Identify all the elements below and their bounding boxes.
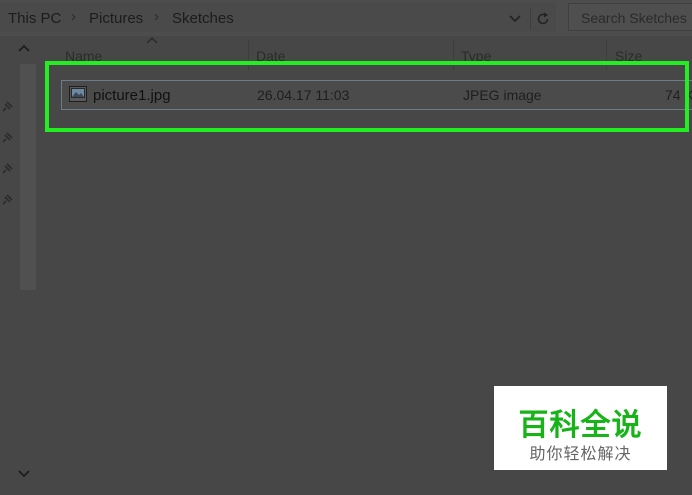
breadcrumb-separator[interactable]: ›: [154, 8, 159, 25]
refresh-icon: [537, 12, 549, 25]
watermark-title: 百科全说: [518, 408, 643, 443]
address-history-dropdown[interactable]: [505, 8, 525, 30]
navigation-pane: [0, 36, 40, 495]
pin-icon: [2, 194, 13, 205]
breadcrumb-separator[interactable]: ›: [71, 8, 76, 25]
watermark-subtitle: 助你轻松解决: [529, 444, 632, 463]
chevron-down-icon: [509, 15, 521, 23]
pin-icon: [2, 101, 13, 112]
scroll-down-arrow-icon[interactable]: [18, 470, 30, 478]
breadcrumb-sketches[interactable]: Sketches: [172, 10, 234, 27]
search-box[interactable]: Search Sketches: [568, 3, 692, 31]
pin-icon: [2, 132, 13, 143]
sort-ascending-icon: [146, 37, 158, 44]
address-bar[interactable]: This PC › Pictures › Sketches: [0, 2, 556, 32]
watermark-logo: 百科全说 助你轻松解决: [494, 386, 667, 470]
scroll-up-arrow-icon[interactable]: [18, 44, 30, 52]
breadcrumb-this-pc[interactable]: This PC: [8, 10, 61, 27]
navigation-scrollbar-thumb[interactable]: [20, 64, 36, 290]
search-placeholder[interactable]: Search Sketches: [581, 10, 687, 26]
refresh-button[interactable]: [530, 8, 555, 30]
breadcrumb-pictures[interactable]: Pictures: [89, 10, 143, 27]
address-toolbar: This PC › Pictures › Sketches Search Ske…: [0, 0, 692, 36]
pin-icon: [2, 163, 13, 174]
highlight-box: [45, 61, 689, 132]
